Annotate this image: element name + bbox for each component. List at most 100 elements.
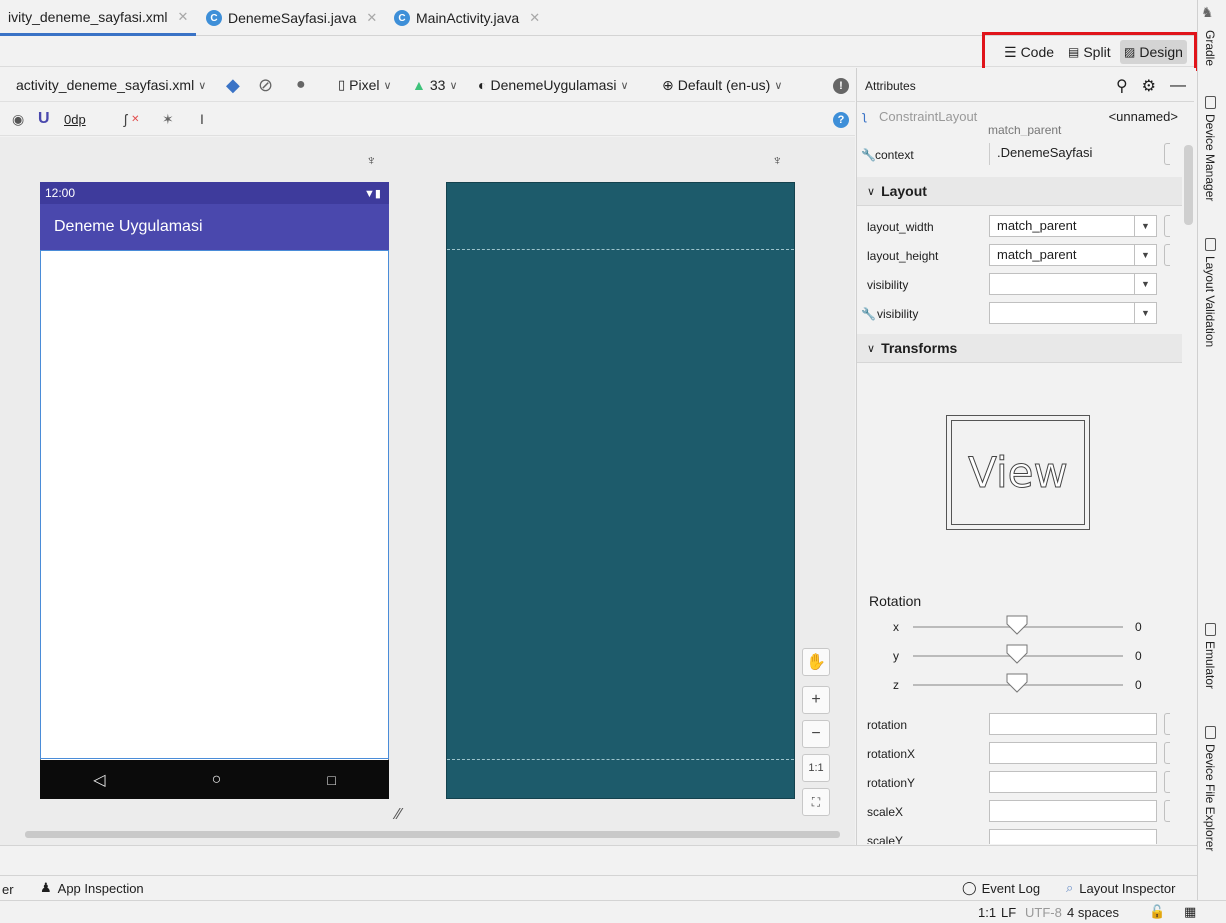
tab-activity-xml[interactable]: ivity_deneme_sayfasi.xml ✕ [0,0,197,36]
recents-icon: □ [327,771,336,788]
zoom-controls: ✋ + − 1:1 ⛶ [802,648,834,818]
scaleX-input[interactable] [989,800,1157,822]
tab-label: Device Manager [1203,114,1217,202]
horizontal-scrollbar[interactable] [25,831,840,838]
clock-text: 12:00 [45,186,76,200]
minimize-icon[interactable]: — [1170,77,1186,95]
magic-wand-icon[interactable]: ✶ [162,108,174,130]
file-encoding[interactable]: UTF-8 [1025,905,1062,920]
file-selector[interactable]: activity_deneme_sayfasi.xml ∨ [16,74,206,96]
visibility-dropdown[interactable]: ▼ [989,273,1157,295]
attr-ref-button[interactable] [1164,244,1170,266]
tab-label: Layout Inspector [1079,880,1176,896]
layout-height-row: layout_height match_parent ▼ [857,241,1182,270]
emulator-tab[interactable]: Emulator [1203,623,1217,689]
attr-ref-button[interactable] [1164,800,1170,822]
clear-constraints-icon[interactable]: ʃ ✕ [124,108,140,130]
slider-thumb[interactable] [1006,615,1028,635]
blueprint-guide [447,249,794,250]
attr-ref-button[interactable] [1164,143,1170,165]
layout-validation-tab[interactable]: Layout Validation [1203,238,1217,347]
attributes-scrollbar[interactable] [1184,145,1193,225]
transforms-section[interactable]: ∨ Transforms [857,334,1182,363]
rotationX-input[interactable] [989,742,1157,764]
fit-screen-icon[interactable]: ⛶ [802,788,830,816]
scaleY-input[interactable] [989,829,1157,844]
theme-label: DenemeUygulamasi [490,77,617,93]
indent-setting[interactable]: 4 spaces [1067,905,1119,920]
resize-handle-icon[interactable]: ∕∕ [396,806,401,824]
layout-width-row: layout_width match_parent ▼ [857,212,1182,241]
gradle-tab[interactable]: Gradle [1203,30,1217,66]
memory-indicator-icon[interactable]: ▦ [1184,904,1196,920]
lock-icon[interactable]: 🔓 [1149,904,1165,920]
rotation-input[interactable] [989,713,1157,735]
device-manager-tab[interactable]: Device Manager [1203,96,1217,201]
device-file-explorer-tab[interactable]: Device File Explorer [1203,726,1217,851]
attr-ref-button[interactable] [1164,215,1170,237]
rotationY-input[interactable] [989,771,1157,793]
layout-width-dropdown[interactable]: match_parent ▼ [989,215,1157,237]
dropdown-value: match_parent [997,247,1077,262]
globe-icon: ⊕ [662,76,674,93]
editor-tab-bar: ivity_deneme_sayfasi.xml ✕ C DenemeSayfa… [0,0,1198,36]
event-log-icon: ◯ [962,880,977,895]
component-id[interactable]: <unnamed> [1109,109,1178,124]
theme-selector[interactable]: ◐ DenemeUygulamasi ∨ [478,74,629,96]
help-icon[interactable]: ? [833,112,849,128]
class-icon: C [206,10,222,26]
chevron-down-icon: ∨ [449,79,458,92]
tab-deneme-java[interactable]: C DenemeSayfasi.java ✕ [198,0,385,36]
zoom-out-button[interactable]: − [802,720,830,748]
tool-window-bar: er ♟ App Inspection ◯ Event Log ⌕ Layout… [0,875,1197,900]
guidelines-icon[interactable]: I [200,108,204,130]
close-icon[interactable]: ✕ [366,10,377,26]
rotation-z-value: 0 [1135,678,1142,692]
device-selector[interactable]: ▯ Pixel ∨ [338,74,392,96]
attr-ref-button[interactable] [1164,713,1170,735]
close-icon[interactable]: ✕ [529,10,540,26]
rotationX-row: rotationX [857,739,1182,768]
search-icon[interactable]: ⚲ [1116,76,1128,96]
warning-icon[interactable]: ! [833,78,849,94]
pin-icon[interactable]: ♆ [366,152,377,168]
dropdown-arrow-icon: ▼ [1134,274,1156,294]
caret-position[interactable]: 1:1 [978,905,996,920]
emulator-icon [1204,623,1216,636]
tools-visibility-dropdown[interactable]: ▼ [989,302,1157,324]
tab-mainactivity-java[interactable]: C MainActivity.java ✕ [386,0,548,36]
line-separator[interactable]: LF [1001,905,1016,920]
attr-ref-button[interactable] [1164,771,1170,793]
orientation-icon[interactable]: ⊘ [258,74,273,96]
event-log-tab[interactable]: ◯ Event Log [962,880,1040,896]
slider-thumb[interactable] [1006,673,1028,693]
pin-icon[interactable]: ♆ [772,152,783,168]
app-inspection-tab[interactable]: ♟ App Inspection [40,880,144,896]
zoom-actual-button[interactable]: 1:1 [802,754,830,782]
layers-icon[interactable]: ◆ [226,74,240,96]
margin-selector[interactable]: 0dp [64,108,86,130]
slider-thumb[interactable] [1006,644,1028,664]
locale-selector[interactable]: ⊕ Default (en-us) ∨ [662,74,782,96]
layout-section[interactable]: ∨ Layout [857,177,1182,206]
night-mode-icon[interactable]: ● [296,74,306,96]
gear-icon[interactable]: ⚙ [1142,76,1156,96]
pan-hand-icon[interactable]: ✋ [802,648,830,676]
eye-icon[interactable]: ◉ [12,108,24,130]
attr-label: visibility [867,278,909,292]
close-icon[interactable]: ✕ [178,9,189,25]
magnet-icon[interactable]: U [38,108,50,130]
constraint-layout-area[interactable] [40,250,389,759]
context-value[interactable]: .DenemeSayfasi [989,143,1159,165]
tool-tab-partial[interactable]: er [2,882,14,897]
api-selector[interactable]: ▲ 33 ∨ [412,74,458,96]
blueprint-preview[interactable] [446,182,795,799]
chevron-down-icon: ∨ [620,79,629,92]
zoom-in-button[interactable]: + [802,686,830,714]
layout-height-dropdown[interactable]: match_parent ▼ [989,244,1157,266]
attr-ref-button[interactable] [1164,742,1170,764]
rotation-y-value: 0 [1135,649,1142,663]
layout-inspector-tab[interactable]: ⌕ Layout Inspector [1066,880,1175,896]
wrench-icon: 🔧 [861,307,876,321]
scaleY-row: scaleY [857,826,1182,844]
